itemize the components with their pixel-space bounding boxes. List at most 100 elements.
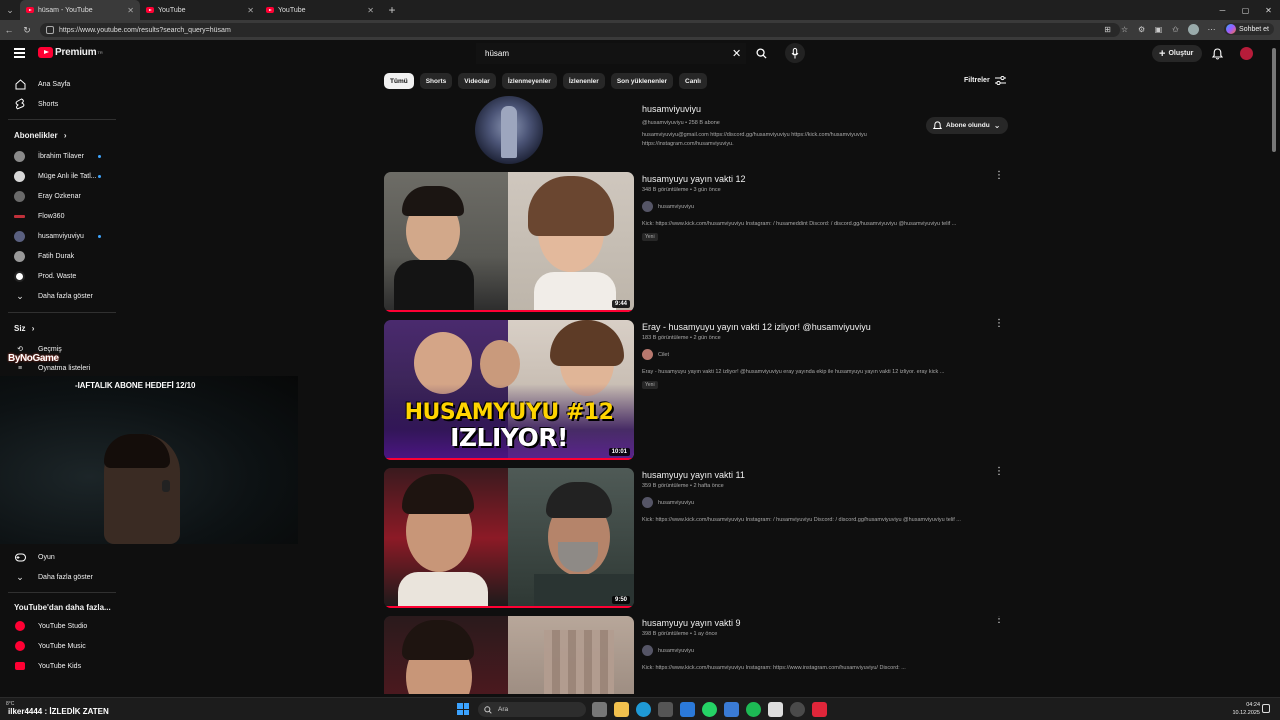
sidebar-item-home[interactable]: Ana Sayfa (14, 78, 70, 90)
sidebar-item-subscription[interactable]: Müge Anlı ile Tatl... (14, 170, 101, 182)
extensions-icon[interactable]: ⚙ (1137, 25, 1146, 34)
subscriptions-header[interactable]: Abonelikler › (14, 131, 66, 140)
chip-shorts[interactable]: Shorts (419, 73, 453, 89)
sidebar-item-youtube-studio[interactable]: YouTube Studio (14, 620, 87, 632)
filters-button[interactable]: Filtreler (964, 76, 1006, 85)
reload-icon[interactable]: ↻ (18, 25, 36, 36)
task-view-icon[interactable] (592, 702, 607, 717)
guide-menu-icon[interactable] (14, 48, 25, 58)
video-thumbnail[interactable]: 9:50 (384, 468, 634, 608)
sidebar-item-youtube-kids[interactable]: YouTube Kids (14, 660, 81, 672)
browser-tab-3[interactable]: YouTube ✕ (260, 0, 380, 20)
video-channel[interactable]: Cilet (642, 349, 669, 360)
close-tab-icon[interactable]: ✕ (367, 6, 374, 15)
spotify-icon[interactable] (746, 702, 761, 717)
bookmark-star-icon[interactable]: ☆ (1120, 25, 1129, 34)
split-screen-icon[interactable]: ▣ (1154, 25, 1163, 34)
obs-icon[interactable] (790, 702, 805, 717)
chip-unwatched[interactable]: İzlenmeyenler (501, 73, 557, 89)
more-options-icon[interactable]: ⋮ (994, 319, 1004, 329)
sidebar-show-more[interactable]: ⌄ Daha fazla göster (14, 290, 93, 302)
browser-tab-1[interactable]: hüsam - YouTube ✕ (20, 0, 140, 20)
close-tab-icon[interactable]: ✕ (247, 6, 254, 15)
notifications-button[interactable] (1211, 47, 1224, 65)
sidebar-item-subscription[interactable]: Fatih Durak (14, 250, 74, 262)
new-tab-button[interactable]: + (384, 2, 400, 18)
search-input[interactable] (476, 43, 746, 64)
channel-result-name[interactable]: husamviyuviyu (642, 104, 701, 114)
sidebar-item-subscription[interactable]: İbrahim Tilaver (14, 150, 101, 162)
sidebar-item-subscription[interactable]: Prod. Waste (14, 270, 76, 282)
windows-start-icon[interactable] (457, 703, 469, 715)
favorites-icon[interactable]: ✩ (1171, 25, 1180, 34)
edge-icon[interactable] (636, 702, 651, 717)
url-field[interactable]: https://www.youtube.com/results?search_q… (40, 23, 1120, 37)
app-install-icon[interactable]: ⊞ (1103, 25, 1112, 34)
taskbar-search[interactable]: Ara (478, 702, 586, 717)
more-options-icon[interactable]: ⋮ (994, 171, 1004, 181)
video-thumbnail[interactable] (384, 616, 634, 694)
sidebar-item-subscription[interactable]: Eray Ozkenar (14, 190, 81, 202)
back-icon[interactable]: ← (0, 25, 18, 35)
browser-profile-avatar[interactable] (1188, 23, 1200, 35)
chip-watched[interactable]: İzlenenler (562, 73, 605, 89)
sidebar-item-youtube-music[interactable]: YouTube Music (14, 640, 86, 652)
channel-avatar (642, 645, 653, 656)
clear-search-icon[interactable]: ✕ (732, 47, 741, 60)
video-channel[interactable]: husamviyuviyu (642, 497, 694, 508)
chip-videos[interactable]: Videolar (458, 73, 496, 89)
sidebar-item-subscription[interactable]: Flow360 (14, 210, 64, 222)
chip-all[interactable]: Tümü (384, 73, 414, 89)
maximize-icon[interactable]: ▢ (1234, 0, 1257, 20)
video-title[interactable]: Eray - husamyuyu yayın vakti 12 izliyor!… (642, 322, 871, 332)
voice-search-button[interactable] (785, 43, 805, 63)
youtube-studio-icon (14, 620, 26, 632)
sidebar-show-more-2[interactable]: ⌄ Daha fazla göster (14, 571, 93, 583)
video-channel[interactable]: husamviyuviyu (642, 201, 694, 212)
more-menu-icon[interactable]: ⋯ (1207, 25, 1216, 34)
scrollbar-thumb[interactable] (1272, 48, 1276, 152)
sidebar-item-shorts[interactable]: Shorts (14, 98, 58, 110)
whatsapp-icon[interactable] (702, 702, 717, 717)
video-result[interactable]: husamyuyu yayın vakti 9 398 B görüntülem… (384, 616, 1024, 694)
notes-icon[interactable] (768, 702, 783, 717)
you-header[interactable]: Siz › (14, 324, 34, 333)
video-thumbnail[interactable]: 9:44 (384, 172, 634, 312)
video-channel[interactable]: husamviyuviyu (642, 645, 694, 656)
account-avatar[interactable] (1240, 47, 1253, 60)
browser-tab-2[interactable]: YouTube ✕ (140, 0, 260, 20)
chip-recently-uploaded[interactable]: Son yüklenenler (610, 73, 674, 89)
video-title[interactable]: husamyuyu yayın vakti 9 (642, 618, 741, 628)
app-icon[interactable] (724, 702, 739, 717)
video-thumbnail[interactable]: HUSAMYUYU #12 IZLIYOR! 10:01 (384, 320, 634, 460)
sidebar-item-gaming[interactable]: Oyun (14, 551, 55, 563)
site-info-icon[interactable] (46, 26, 54, 34)
app-icon[interactable] (812, 702, 827, 717)
chip-live[interactable]: Canlı (679, 73, 707, 89)
tab-list-dropdown[interactable]: ⌄ (0, 0, 20, 20)
video-result[interactable]: 9:50 husamyuyu yayın vakti 11 359 B görü… (384, 467, 1024, 608)
system-clock[interactable]: 04:24 10.12.2025 (1230, 701, 1260, 717)
mail-icon[interactable] (680, 702, 695, 717)
close-window-icon[interactable]: ✕ (1257, 0, 1280, 20)
minimize-icon[interactable]: ─ (1211, 0, 1234, 20)
video-title[interactable]: husamyuyu yayın vakti 12 (642, 174, 746, 184)
more-options-icon[interactable]: ⋮ (994, 467, 1004, 477)
create-button[interactable]: + Oluştur (1152, 45, 1202, 62)
channel-result-avatar[interactable] (475, 96, 543, 164)
video-result[interactable]: HUSAMYUYU #12 IZLIYOR! 10:01 Eray - husa… (384, 319, 1024, 460)
store-icon[interactable] (658, 702, 673, 717)
sidebar-item-subscription[interactable]: husamviyuviyu (14, 230, 101, 242)
youtube-premium-logo[interactable]: Premium TR (38, 47, 103, 58)
video-result[interactable]: 9:44 husamyuyu yayın vakti 12 348 B görü… (384, 171, 1024, 312)
copilot-chat-button[interactable]: Sohbet et (1224, 23, 1274, 35)
video-title[interactable]: husamyuyu yayın vakti 11 (642, 470, 745, 480)
more-options-icon[interactable]: ⋮ (994, 616, 1004, 625)
channel-avatar (14, 214, 25, 218)
file-explorer-icon[interactable] (614, 702, 629, 717)
notification-center-icon[interactable] (1262, 704, 1270, 713)
close-tab-icon[interactable]: ✕ (127, 6, 134, 15)
search-button[interactable] (750, 44, 772, 63)
subscribed-button[interactable]: Abone olundu ⌄ (926, 117, 1008, 134)
new-badge: Yeni (642, 381, 658, 389)
